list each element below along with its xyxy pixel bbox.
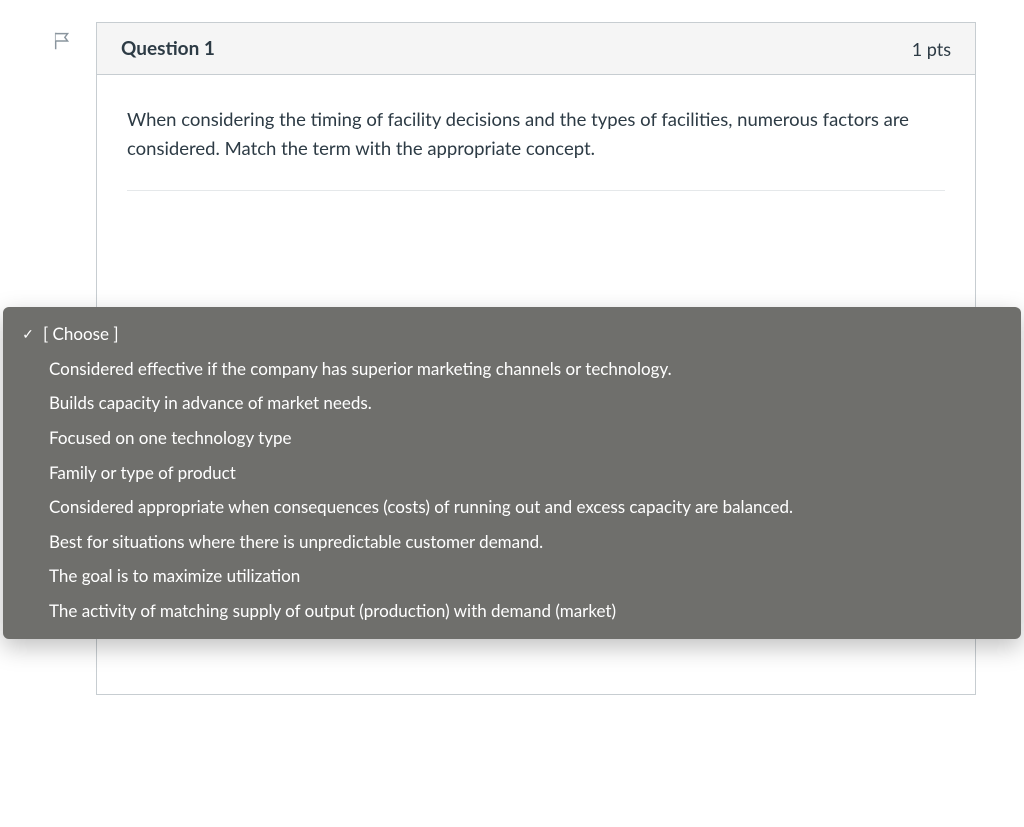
dropdown-option-label: [ Choose ] [43, 322, 1003, 347]
dropdown-option-label: Considered effective if the company has … [43, 357, 1003, 382]
dropdown-option-label: Best for situations where there is unpre… [43, 530, 1003, 555]
dropdown-option[interactable]: Focused on one technology type [17, 421, 1007, 456]
dropdown-option[interactable]: Considered effective if the company has … [17, 352, 1007, 387]
check-icon: ✓ [21, 324, 35, 344]
dropdown-option[interactable]: The goal is to maximize utilization [17, 559, 1007, 594]
dropdown-option-choose[interactable]: ✓ [ Choose ] [17, 317, 1007, 352]
dropdown-option[interactable]: Family or type of product [17, 456, 1007, 491]
question-header: Question 1 1 pts [97, 23, 975, 75]
dropdown-option-label: Focused on one technology type [43, 426, 1003, 451]
dropdown-option[interactable]: Considered appropriate when consequences… [17, 490, 1007, 525]
dropdown-option[interactable]: Best for situations where there is unpre… [17, 525, 1007, 560]
question-prompt: When considering the timing of facility … [127, 105, 945, 162]
dropdown-option-label: The goal is to maximize utilization [43, 564, 1003, 589]
dropdown-option-label: The activity of matching supply of outpu… [43, 599, 1003, 624]
dropdown-option-label: Family or type of product [43, 461, 1003, 486]
dropdown-option-label: Builds capacity in advance of market nee… [43, 391, 1003, 416]
question-title: Question 1 [121, 37, 215, 60]
dropdown-menu[interactable]: ✓ [ Choose ] Considered effective if the… [3, 307, 1021, 639]
dropdown-option[interactable]: The activity of matching supply of outpu… [17, 594, 1007, 629]
dropdown-option-label: Considered appropriate when consequences… [43, 495, 1003, 520]
dropdown-option[interactable]: Builds capacity in advance of market nee… [17, 386, 1007, 421]
question-points: 1 pts [912, 38, 951, 60]
flag-icon[interactable] [52, 30, 74, 56]
